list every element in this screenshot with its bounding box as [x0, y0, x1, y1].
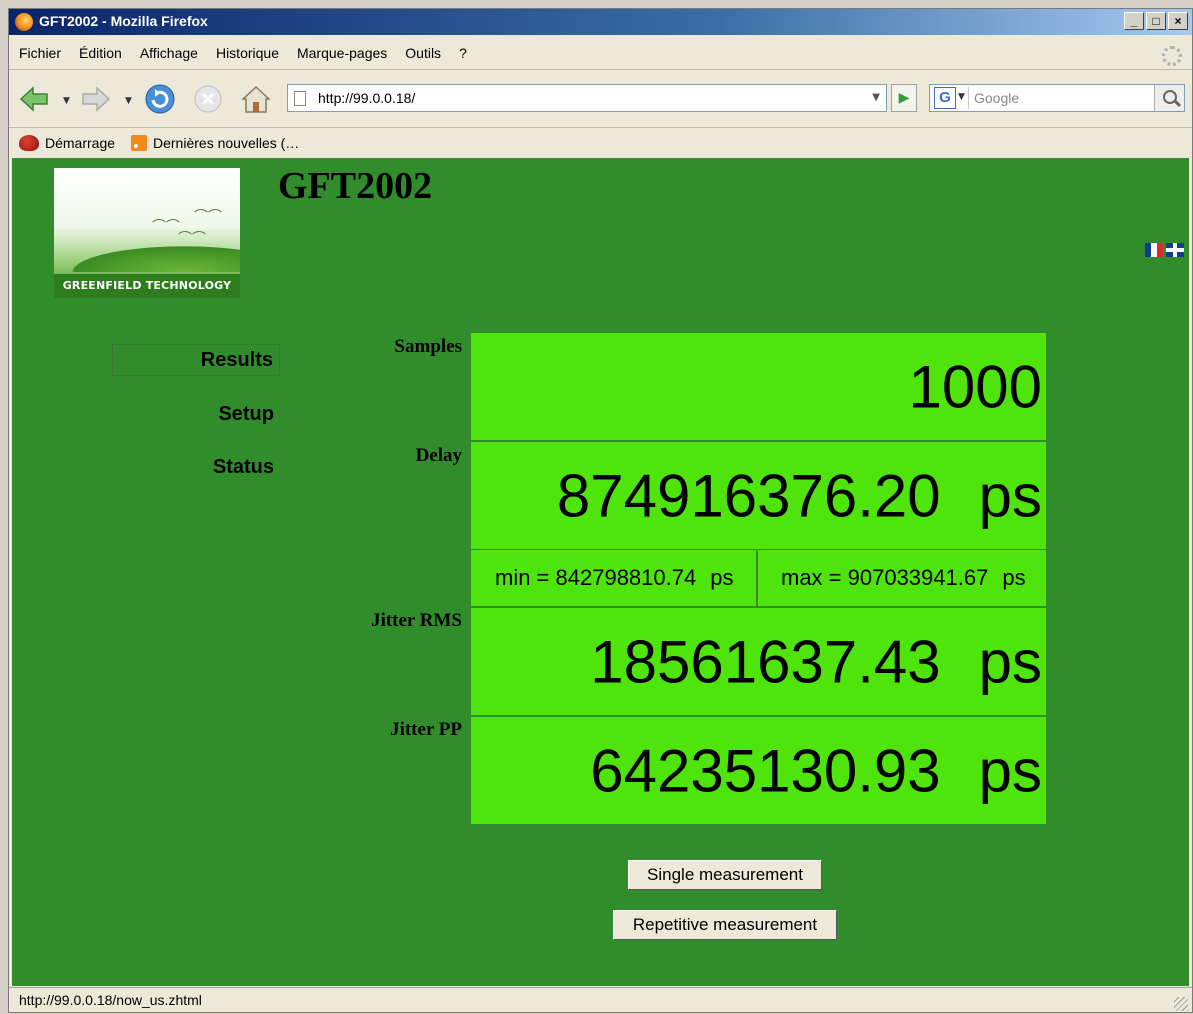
jitter-pp-unit: ps: [978, 737, 1042, 804]
french-flag-icon[interactable]: [1145, 243, 1163, 257]
title-bar: GFT2002 - Mozilla Firefox _ □ ×: [9, 9, 1192, 35]
language-selector: [1145, 243, 1184, 257]
delay-label: Delay: [415, 445, 462, 466]
menu-bar: Fichier Édition Affichage Historique Mar…: [9, 40, 1192, 66]
menu-affichage[interactable]: Affichage: [140, 45, 198, 61]
navigation-toolbar: ▼ ▼ http://99.0.0.18/ ▼ ▶ G ▼ Google: [9, 69, 1192, 128]
go-button[interactable]: ▶: [891, 84, 917, 112]
search-placeholder: Google: [974, 90, 1020, 106]
back-arrow-icon[interactable]: [17, 82, 51, 116]
delay-box: 874916376.20 ps: [471, 442, 1046, 549]
menu-edition[interactable]: Édition: [79, 45, 122, 61]
delay-value: 874916376.20: [556, 462, 941, 529]
menu-fichier[interactable]: Fichier: [19, 45, 61, 61]
minimize-button[interactable]: _: [1124, 12, 1144, 30]
rss-feed-icon: [131, 135, 147, 151]
samples-label: Samples: [394, 336, 462, 357]
search-engine-selector[interactable]: G ▼: [932, 87, 969, 109]
delay-min-cell: min = 842798810.74 ps: [471, 550, 756, 606]
throbber-icon: [1162, 46, 1182, 66]
delay-min-max: min = 842798810.74 ps max = 907033941.67 p…: [471, 550, 1046, 606]
samples-value: 1000: [908, 353, 1042, 420]
delay-unit: ps: [978, 462, 1042, 529]
delay-max-unit: ps: [1002, 565, 1026, 590]
close-button[interactable]: ×: [1168, 12, 1188, 30]
side-menu: Results Setup Status: [112, 344, 280, 505]
forward-history-dropdown-icon[interactable]: ▼: [125, 96, 132, 106]
url-input[interactable]: http://99.0.0.18/ ▼: [287, 84, 887, 112]
firefox-start-icon: [19, 135, 39, 151]
back-history-dropdown-icon[interactable]: ▼: [63, 96, 70, 106]
bookmark-news[interactable]: Dernières nouvelles (…: [131, 135, 299, 151]
jitter-rms-unit: ps: [978, 628, 1042, 695]
url-text: http://99.0.0.18/: [318, 90, 416, 106]
reload-icon[interactable]: [143, 82, 177, 116]
bookmarks-toolbar: Démarrage Dernières nouvelles (…: [9, 127, 1192, 158]
status-bar: http://99.0.0.18/now_us.zhtml: [9, 987, 1192, 1014]
chevron-down-icon: ▼: [958, 92, 965, 102]
bookmark-label: Dernières nouvelles (…: [153, 135, 300, 151]
bookmark-demarrage[interactable]: Démarrage: [19, 135, 115, 151]
jitter-pp-box: 64235130.93 ps: [471, 717, 1046, 824]
jitter-rms-label: Jitter RMS: [371, 610, 462, 631]
side-link-results[interactable]: Results: [112, 344, 280, 376]
side-link-setup[interactable]: Setup: [112, 399, 280, 429]
stop-icon[interactable]: [191, 82, 225, 116]
menu-outils[interactable]: Outils: [405, 45, 441, 61]
google-icon: G: [934, 87, 956, 109]
search-input[interactable]: G ▼ Google: [929, 84, 1185, 112]
firefox-icon: [15, 13, 33, 31]
resize-grip-icon[interactable]: [1174, 997, 1188, 1011]
browser-window: GFT2002 - Mozilla Firefox _ □ × Fichier …: [8, 8, 1193, 1013]
page-icon: [294, 91, 306, 106]
english-flag-icon[interactable]: [1166, 243, 1184, 257]
repetitive-measurement-button[interactable]: Repetitive measurement: [613, 910, 837, 940]
url-dropdown-icon[interactable]: ▼: [872, 92, 880, 103]
samples-box: 1000: [471, 333, 1046, 440]
delay-min-unit: ps: [710, 565, 734, 590]
single-measurement-button[interactable]: Single measurement: [628, 860, 822, 890]
home-icon[interactable]: [239, 82, 273, 116]
jitter-pp-label: Jitter PP: [390, 719, 462, 740]
jitter-rms-box: 18561637.43 ps: [471, 608, 1046, 715]
page-title: GFT2002: [278, 165, 433, 207]
page-content: ⌒⌒ ⌒⌒ ⌒⌒ GREENFIELD TECHNOLOGY GFT2002 R…: [12, 158, 1189, 986]
delay-min-value: min = 842798810.74: [495, 565, 697, 590]
jitter-rms-value: 18561637.43: [590, 628, 941, 695]
delay-max-value: max = 907033941.67: [781, 565, 989, 590]
menu-help[interactable]: ?: [459, 45, 467, 61]
window-title: GFT2002 - Mozilla Firefox: [39, 13, 208, 29]
forward-arrow-icon[interactable]: [79, 82, 113, 116]
menu-marque-pages[interactable]: Marque-pages: [297, 45, 387, 61]
maximize-button[interactable]: □: [1146, 12, 1166, 30]
menu-historique[interactable]: Historique: [216, 45, 279, 61]
jitter-pp-value: 64235130.93: [590, 737, 941, 804]
bookmark-label: Démarrage: [45, 135, 116, 151]
side-link-status[interactable]: Status: [112, 452, 280, 482]
status-text: http://99.0.0.18/now_us.zhtml: [19, 992, 202, 1008]
delay-max-cell: max = 907033941.67 ps: [758, 550, 1046, 606]
search-icon[interactable]: [1154, 85, 1184, 111]
company-logo: ⌒⌒ ⌒⌒ ⌒⌒ GREENFIELD TECHNOLOGY: [54, 168, 240, 298]
logo-text: GREENFIELD TECHNOLOGY: [54, 274, 240, 298]
